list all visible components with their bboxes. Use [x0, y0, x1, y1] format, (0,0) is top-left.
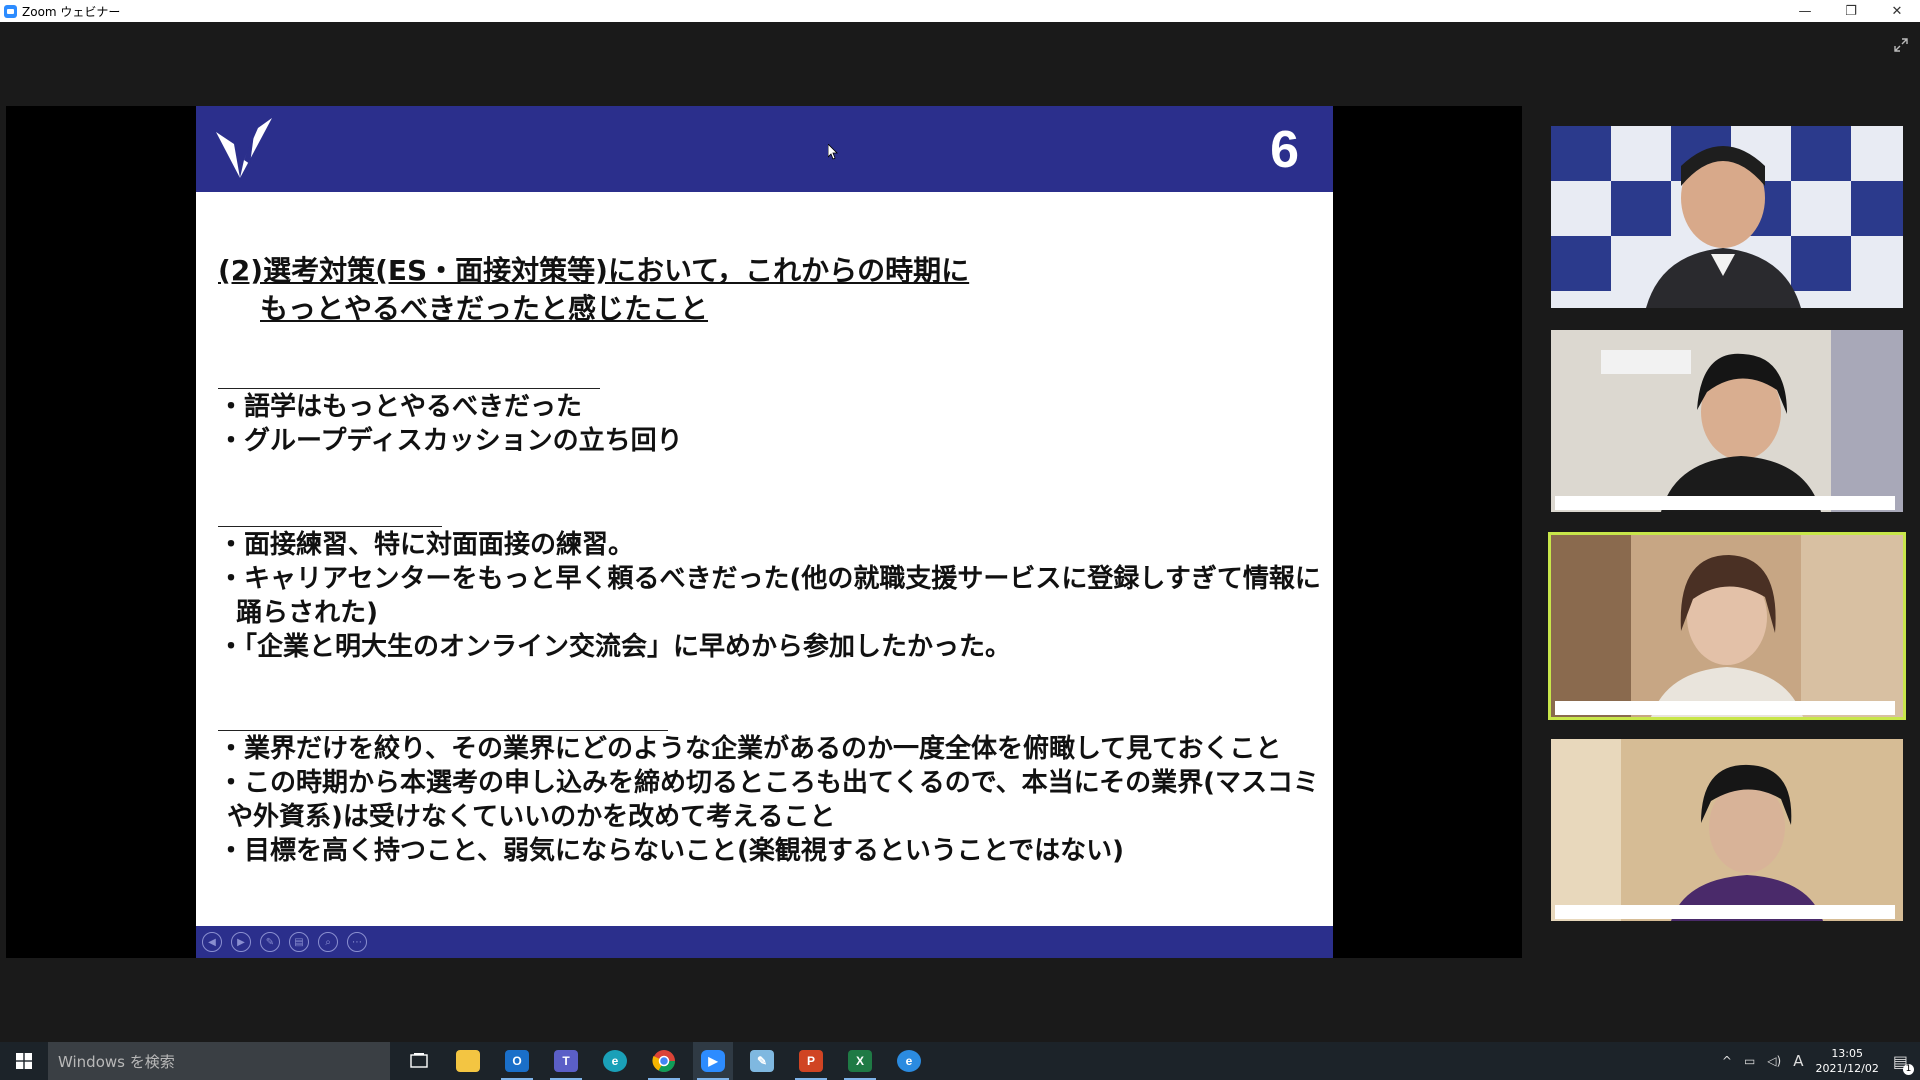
participant-video[interactable]	[1551, 330, 1903, 512]
slide-footer-toolbar: ◀ ▶ ✎ ▤ ⌕ ⋯	[196, 926, 1333, 958]
video-feed	[1551, 739, 1903, 921]
video-feed	[1551, 126, 1903, 308]
fullscreen-icon[interactable]	[1892, 36, 1910, 54]
section-1-bullets: ・語学はもっとやるべきだった ・グループディスカッションの立ち回り	[218, 390, 683, 458]
video-feed	[1551, 535, 1903, 717]
section-divider	[218, 388, 600, 389]
section-2-bullets: ・面接練習、特に対面面接の練習。 ・キャリアセンターをもっと早く頼るべきだった(…	[218, 528, 1321, 664]
meeting-stage: 6 (2)選考対策(ES・面接対策等)において，これからの時期に もっとやるべき…	[0, 22, 1920, 1042]
section-divider	[218, 526, 442, 527]
participant-name-bar	[1555, 905, 1895, 919]
mouse-cursor-icon	[828, 144, 838, 160]
prev-icon[interactable]: ◀	[202, 932, 222, 952]
taskbar-search-input[interactable]: Windows を検索	[48, 1042, 390, 1080]
teams-icon: T	[554, 1050, 578, 1072]
network-icon[interactable]: ▭	[1744, 1054, 1755, 1068]
chrome-button[interactable]	[644, 1042, 684, 1080]
bullet-item: ・目標を高く持つこと、弱気にならないこと(楽観視するということではない)	[218, 836, 1124, 866]
participant-name-bar	[1555, 496, 1895, 510]
minimize-button[interactable]: —	[1782, 0, 1828, 22]
zoom-button[interactable]: ▶	[693, 1042, 733, 1080]
slide-title-line-2: もっとやるべきだったと感じたこと	[260, 292, 709, 325]
windows-start-button[interactable]	[0, 1042, 48, 1080]
bullet-item: や外資系)は受けなくていいのかを改めて考えること	[218, 802, 836, 832]
university-logo	[216, 118, 272, 178]
notepad-icon: ✎	[750, 1050, 774, 1072]
task-view-icon	[410, 1053, 428, 1068]
window-title: Zoom ウェビナー	[22, 4, 121, 19]
window-titlebar: Zoom ウェビナー — ❐ ✕	[0, 0, 1920, 22]
close-button[interactable]: ✕	[1874, 0, 1920, 22]
powerpoint-button[interactable]: P	[791, 1042, 831, 1080]
excel-button[interactable]: X	[840, 1042, 880, 1080]
restore-button[interactable]: ❐	[1828, 0, 1874, 22]
clock-date: 2021/12/02	[1815, 1062, 1879, 1075]
chevron-up-icon[interactable]: ^	[1722, 1054, 1732, 1068]
outlook-icon: O	[505, 1050, 529, 1072]
internet-explorer-button[interactable]: e	[889, 1042, 929, 1080]
zoom-app-icon	[4, 4, 17, 18]
bullet-item: ・業界だけを絞り、その業界にどのような企業があるのか一度全体を俯瞰して見ておくこ…	[218, 734, 1282, 764]
powerpoint-icon: P	[799, 1050, 823, 1072]
next-icon[interactable]: ▶	[231, 932, 251, 952]
bullet-item: ・面接練習、特に対面面接の練習。	[218, 530, 635, 560]
more-icon[interactable]: ⋯	[347, 932, 367, 952]
slide-header: 6	[196, 106, 1333, 192]
bullet-item: ・グループディスカッションの立ち回り	[218, 426, 683, 456]
edge-icon: e	[603, 1050, 627, 1072]
folder-icon	[456, 1050, 480, 1072]
slide-number: 6	[1270, 121, 1299, 179]
ime-indicator[interactable]: A	[1793, 1052, 1803, 1070]
slide-title-line-1: (2)選考対策(ES・面接対策等)において，これからの時期に	[218, 254, 970, 287]
outlook-button[interactable]: O	[497, 1042, 537, 1080]
slide-title: (2)選考対策(ES・面接対策等)において，これからの時期に もっとやるべきだっ…	[218, 252, 969, 328]
bullet-item: 踊らされた)	[218, 598, 378, 628]
system-tray: ^ ▭ ◁) A 13:05 2021/12/02 ▤ 1	[1722, 1042, 1920, 1080]
slides-icon[interactable]: ▤	[289, 932, 309, 952]
notification-count: 1	[1903, 1063, 1914, 1075]
pen-icon[interactable]: ✎	[260, 932, 280, 952]
bullet-item: ・この時期から本選考の申し込みを締め切るところも出てくるので、本当にその業界(マ…	[218, 768, 1320, 798]
bullet-item: ・「企業と明大生のオンライン交流会」に早めから参加したかった。	[218, 632, 1012, 662]
clock-time: 13:05	[1831, 1047, 1864, 1060]
zoom-icon: ▶	[701, 1050, 725, 1072]
section-3-bullets: ・業界だけを絞り、その業界にどのような企業があるのか一度全体を俯瞰して見ておくこ…	[218, 732, 1319, 868]
task-view-button[interactable]	[399, 1042, 439, 1080]
clock[interactable]: 13:05 2021/12/02	[1815, 1046, 1878, 1076]
video-feed	[1551, 330, 1903, 512]
section-divider	[218, 730, 668, 731]
notepad-button[interactable]: ✎	[742, 1042, 782, 1080]
participant-video-active-speaker[interactable]	[1548, 532, 1906, 720]
excel-icon: X	[848, 1050, 872, 1072]
volume-icon[interactable]: ◁)	[1767, 1054, 1781, 1068]
presentation-slide: 6 (2)選考対策(ES・面接対策等)において，これからの時期に もっとやるべき…	[196, 106, 1333, 958]
bullet-item: ・語学はもっとやるべきだった	[218, 392, 583, 422]
windows-taskbar: Windows を検索 O T e ▶ ✎ P X e ^ ▭ ◁) A 13:…	[0, 1042, 1920, 1080]
participant-video[interactable]	[1551, 126, 1903, 308]
bullet-item: ・キャリアセンターをもっと早く頼るべきだった(他の就職支援サービスに登録しすぎて…	[218, 564, 1321, 594]
windows-logo-icon	[16, 1053, 32, 1069]
internet-explorer-icon: e	[897, 1050, 921, 1072]
edge-button[interactable]: e	[595, 1042, 635, 1080]
notification-icon[interactable]: ▤ 1	[1893, 1052, 1914, 1075]
teams-button[interactable]: T	[546, 1042, 586, 1080]
zoom-icon[interactable]: ⌕	[318, 932, 338, 952]
chrome-icon	[652, 1050, 675, 1072]
participant-name-bar	[1555, 701, 1895, 715]
participant-video[interactable]	[1551, 739, 1903, 921]
file-explorer-button[interactable]	[448, 1042, 488, 1080]
